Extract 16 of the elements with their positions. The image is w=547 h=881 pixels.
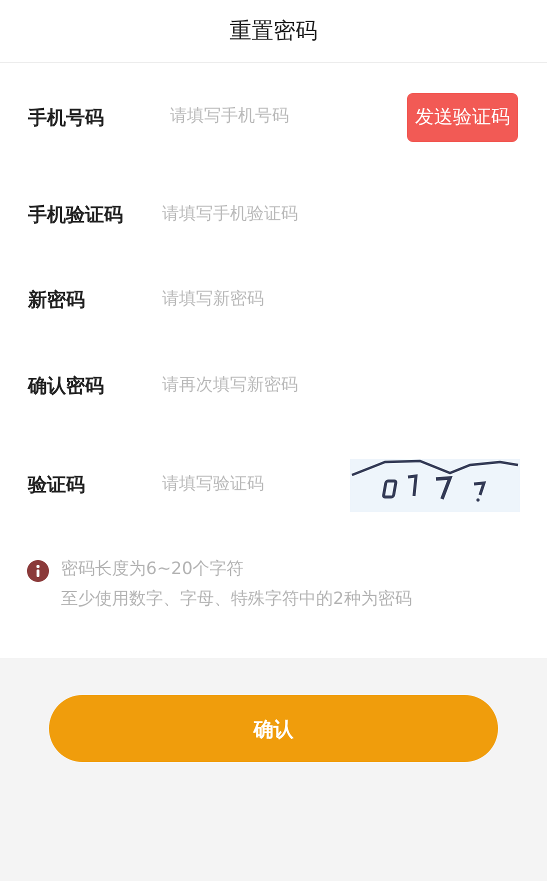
input-field[interactable]: 请填写新密码 (162, 287, 519, 313)
info-icon (27, 560, 49, 582)
hint-text: 密码长度为6~20个字符 (61, 558, 245, 581)
page-title: 重置密码 (230, 18, 318, 46)
input-field[interactable]: 请再次填写新密码 (162, 373, 519, 399)
field-label: 验证码 (28, 472, 86, 498)
field-label: 手机号码 (28, 106, 105, 131)
field-label: 确认密码 (28, 374, 105, 399)
send-code-button[interactable]: 发送验证码 (407, 93, 518, 142)
input-field[interactable]: 请填写手机验证码 (162, 202, 519, 228)
input-field[interactable]: 请填写手机号码 (162, 104, 407, 130)
field-label: 手机验证码 (28, 202, 124, 228)
hint-text: 至少使用数字、字母、特殊字符中的2种为密码 (61, 588, 412, 611)
input-field[interactable]: 请填写验证码 (162, 472, 350, 498)
field-label: 新密码 (28, 288, 86, 313)
confirm-button[interactable]: 确认 (49, 695, 498, 762)
